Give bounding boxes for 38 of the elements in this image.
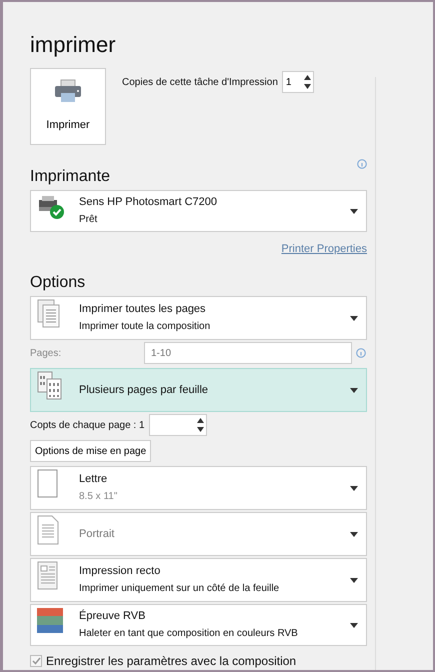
printer-icon [54,79,82,104]
caret-icon [350,578,358,582]
page-title: imprimer [30,32,117,58]
checkbox-label: Enregistrer les paramètres avec la composition [46,653,296,670]
info-icon [356,348,366,358]
section-heading: Options [30,273,86,293]
pages-field[interactable]: 1-10 [144,342,352,364]
section-heading: Imprimante [30,167,110,187]
color-swatch-icon [37,608,63,634]
info-icon [357,159,367,169]
spinner-arrows-icon[interactable] [196,418,204,432]
dropdown[interactable]: Épreuve RVB Haleter en tant que composition en couleurs RVB [30,604,367,646]
spinner-arrows-icon[interactable] [304,75,311,89]
copies-label: Copies de cette tâche d'Impression [122,76,278,90]
pages-icon [37,299,61,329]
page-layout-button[interactable]: Options de mise en page [30,440,152,462]
caret-icon [350,486,358,490]
caret-icon [350,208,358,214]
caret-icon [350,316,358,320]
dropdown[interactable]: Plusieurs pages par feuille [30,368,367,412]
caret-icon [350,532,358,536]
printer-icon [37,194,67,220]
dropdown[interactable]: Impression recto Imprimer uniquement sur un côté de la feuille [30,558,367,602]
printer-properties-link[interactable]: Printer Properties [281,243,367,255]
dropdown[interactable]: Lettre 8.5 x 11" [30,466,367,510]
document-icon [37,515,59,545]
copies-per-page-label: Copts de chaque page : 1 [30,418,145,432]
dropdown[interactable]: Sens HP Photosmart C7200 Prêt [30,190,367,232]
copies-per-page-field[interactable] [148,414,207,436]
print-button[interactable]: Imprimer [30,68,106,145]
copies-field[interactable]: 1 [282,71,314,93]
multiple-pages-icon [37,371,63,401]
caret-icon [350,388,358,392]
pages-label: Pages: [30,346,62,360]
single-sided-page-icon [37,561,59,591]
dropdown[interactable]: Imprimer toutes les pages Imprimer toute la composition [30,296,367,340]
paper-sheet-icon [37,469,59,499]
caret-icon [350,622,358,628]
